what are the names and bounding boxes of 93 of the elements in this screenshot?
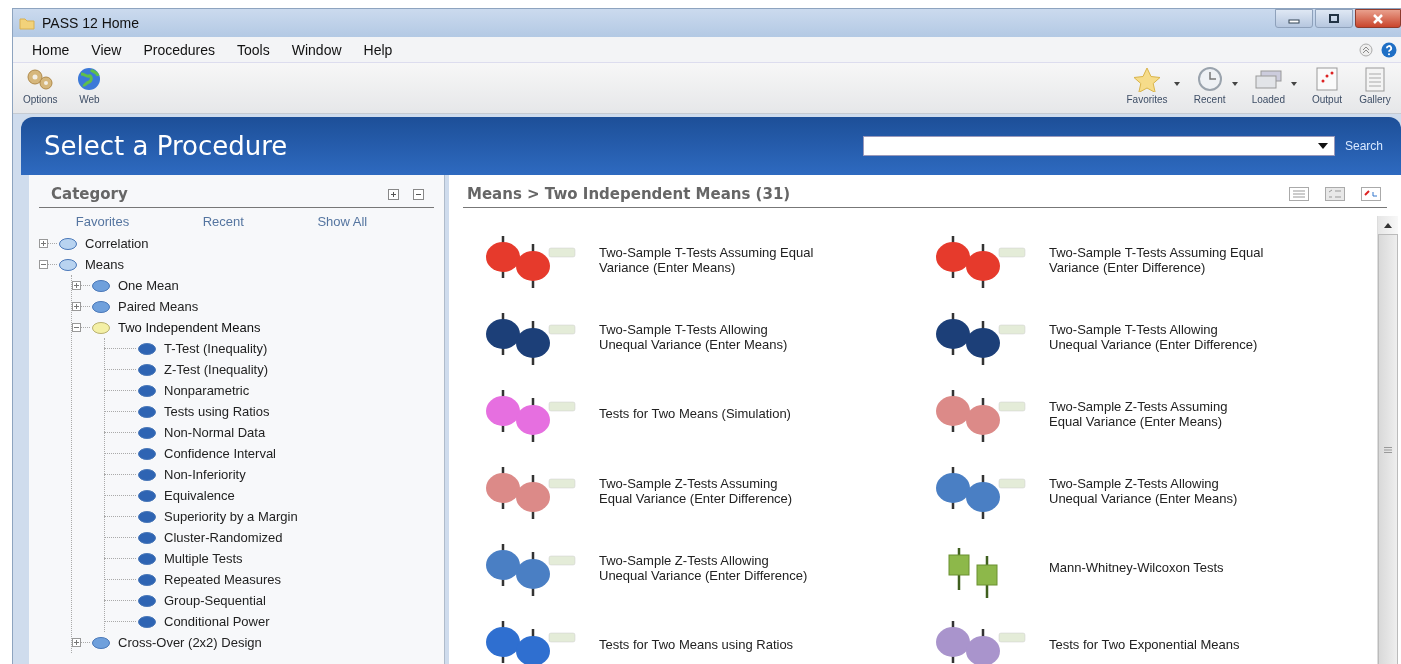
dropdown-arrow-button[interactable] — [1229, 80, 1240, 88]
procedure-link[interactable]: Two-Sample Z-Tests Allowing Unequal Variance (Enter Difference) — [599, 553, 814, 584]
procedure-link[interactable]: Two-Sample Z-Tests Assuming Equal Variance (Enter Difference) — [599, 476, 814, 507]
tree-item[interactable]: Confidence Interval — [162, 445, 278, 462]
tree-item[interactable]: Z-Test (Inequality) — [162, 361, 271, 378]
grip-icon — [1384, 446, 1392, 453]
maximize-button[interactable] — [1315, 9, 1353, 28]
icon-view-button[interactable] — [1361, 187, 1381, 201]
tree-item[interactable]: Tests using Ratios — [162, 403, 272, 420]
menu-item[interactable]: Window — [280, 39, 353, 60]
caret-icon — [1291, 82, 1297, 86]
toolbar-button[interactable]: Options — [15, 63, 66, 105]
menu-item[interactable]: Procedures — [132, 39, 227, 60]
toolbar-button[interactable]: Web — [65, 63, 114, 105]
dropdown-arrow-button[interactable] — [1171, 80, 1182, 88]
tree-item[interactable]: Equivalence — [162, 487, 237, 504]
plus-box-icon — [388, 188, 399, 200]
tree-item[interactable]: Non-Normal Data — [162, 424, 268, 441]
tree-item[interactable]: Multiple Tests — [162, 550, 245, 567]
menu-item[interactable]: Home — [21, 39, 81, 60]
tree-item[interactable]: Repeated Measures — [162, 571, 284, 588]
procedure-link[interactable]: Two-Sample T-Tests Allowing Unequal Variance (Enter Means) — [599, 322, 814, 353]
tree-item[interactable]: Means — [83, 256, 127, 273]
search-button[interactable]: Search — [1344, 139, 1383, 153]
procedure-link[interactable]: Two-Sample T-Tests Allowing Unequal Variance (Enter Difference) — [1049, 322, 1264, 353]
expand-toggle[interactable] — [72, 638, 81, 647]
tree-item[interactable]: Conditional Power — [162, 613, 272, 630]
maximize-icon — [1328, 13, 1340, 24]
expand-toggle[interactable] — [72, 302, 81, 311]
plus-box-icon — [72, 638, 81, 647]
tree-item[interactable]: Two Independent Means — [116, 319, 263, 336]
caret-icon — [1231, 82, 1238, 86]
caret-icon — [1384, 222, 1392, 228]
procedure-link[interactable]: Two-Sample Z-Tests Assuming Equal Variance (Enter Means) — [1049, 399, 1264, 430]
thumbnail-list-icon — [1325, 187, 1345, 201]
tree-item[interactable]: Correlation — [83, 235, 151, 252]
menu-item[interactable]: Tools — [226, 39, 281, 60]
tree-item[interactable]: Superiority by a Margin — [162, 508, 300, 525]
tree-item[interactable]: Nonparametric — [162, 382, 252, 399]
close-icon — [1372, 13, 1384, 24]
dropdown-arrow-button[interactable] — [1289, 80, 1299, 88]
collapse-toggle[interactable] — [72, 323, 81, 332]
expand-toggle[interactable] — [39, 239, 48, 248]
procedure-link[interactable]: Tests for Two Means using Ratios — [599, 638, 814, 653]
minus-box-icon — [39, 260, 48, 269]
scatter-plot-icon — [1361, 187, 1381, 201]
minus-box-icon — [72, 323, 81, 332]
procedure-link[interactable]: Tests for Two Exponential Means — [1049, 638, 1264, 653]
tree-item[interactable]: One Mean — [116, 277, 181, 294]
breadcrumb-heading: Means > Two Independent Means (31) — [467, 185, 791, 203]
minus-box-icon — [413, 188, 424, 200]
page-heading: Select a Procedure — [44, 131, 288, 161]
tree-item[interactable]: Group-Sequential — [162, 592, 268, 609]
toolbar-button[interactable]: Favorites — [1118, 63, 1176, 105]
tree-item[interactable]: Paired Means — [116, 298, 201, 315]
procedure-link[interactable]: Tests for Two Means (Simulation) — [599, 407, 814, 422]
filter-link[interactable]: Show All — [317, 214, 368, 229]
list-view-button[interactable] — [1289, 187, 1309, 201]
toolbar-button[interactable]: Recent — [1185, 63, 1234, 105]
expand-toggle[interactable] — [72, 281, 81, 290]
collapse-all-button[interactable] — [413, 188, 424, 200]
plus-box-icon — [72, 302, 81, 311]
procedure-link[interactable]: Mann-Whitney-Wilcoxon Tests — [1049, 561, 1264, 576]
help-icon — [1381, 41, 1397, 58]
procedure-link[interactable]: Two-Sample Z-Tests Allowing Unequal Variance (Enter Means) — [1049, 476, 1264, 507]
category-heading: Category — [51, 185, 128, 203]
plus-box-icon — [72, 281, 81, 290]
filter-link[interactable]: Recent — [202, 214, 244, 229]
procedure-link[interactable]: Two-Sample T-Tests Assuming Equal Variance (Enter Difference) — [1049, 245, 1264, 276]
tree-item[interactable]: Cluster-Randomized — [162, 529, 285, 546]
folder-icon — [19, 16, 35, 30]
expand-all-button[interactable] — [388, 188, 399, 200]
close-button[interactable] — [1355, 9, 1401, 28]
search-field[interactable] — [862, 136, 1335, 156]
list-icon — [1289, 187, 1309, 201]
menu-item[interactable]: View — [80, 39, 133, 60]
tree-item[interactable]: T-Test (Inequality) — [162, 340, 270, 357]
toolbar-button[interactable]: Output — [1303, 63, 1351, 105]
caret-icon — [1173, 82, 1180, 86]
help-button[interactable] — [1381, 41, 1397, 58]
chevron-up-icon — [1359, 42, 1373, 57]
menu-item[interactable]: Help — [352, 39, 404, 60]
filter-link[interactable]: Favorites — [75, 214, 130, 229]
plus-box-icon — [39, 239, 48, 248]
toolbar-button[interactable]: Gallery — [1351, 63, 1399, 105]
tree-item[interactable]: Non-Inferiority — [162, 466, 248, 483]
toolbar-button[interactable]: Loaded — [1243, 63, 1293, 105]
tree-item[interactable]: Cross-Over (2x2) Design — [116, 634, 264, 651]
collapse-ribbon-button[interactable] — [1359, 42, 1373, 57]
caret-icon — [1317, 143, 1328, 149]
collapse-toggle[interactable] — [39, 260, 48, 269]
window-title: PASS 12 Home — [42, 15, 140, 31]
procedure-link[interactable]: Two-Sample T-Tests Assuming Equal Variance (Enter Means) — [599, 245, 814, 276]
